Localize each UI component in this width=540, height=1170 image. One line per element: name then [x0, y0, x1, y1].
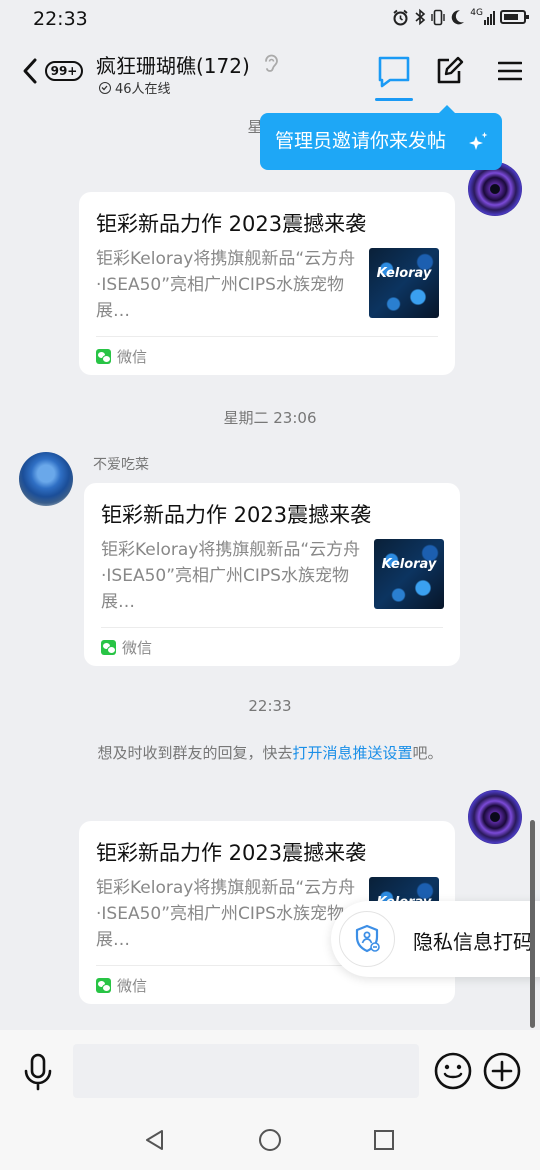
- chat-header: 99+ 疯狂珊瑚礁(172) 46人在线: [0, 40, 540, 104]
- unread-badge[interactable]: 99+: [45, 61, 83, 81]
- microphone-icon[interactable]: [22, 1052, 54, 1092]
- card-title: 钜彩新品力作 2023震撼来袭: [96, 841, 367, 865]
- nav-recent-apps-icon[interactable]: [373, 1129, 395, 1151]
- wechat-icon: [101, 640, 116, 655]
- card-source: 微信: [101, 637, 152, 658]
- wechat-icon: [96, 349, 111, 364]
- message-card[interactable]: 钜彩新品力作 2023震撼来袭 钜彩Keloray将携旗舰新品“云方舟·ISEA…: [79, 192, 455, 375]
- card-thumbnail: Keloray: [374, 539, 444, 609]
- signal-4g-icon: 4G: [470, 9, 495, 25]
- emoji-icon[interactable]: [434, 1052, 472, 1090]
- moon-icon: [452, 10, 465, 25]
- card-description: 钜彩Keloray将携旗舰新品“云方舟·ISEA50”亮相广州CIPS水族宠物展…: [101, 540, 361, 612]
- card-source: 微信: [96, 346, 147, 367]
- push-notice: 想及时收到群友的回复，快去打开消息推送设置吧。: [0, 742, 540, 763]
- card-divider: [96, 336, 438, 337]
- tooltip-text: 管理员邀请你来发帖: [275, 130, 447, 152]
- privacy-mask-button[interactable]: 隐私信息打码: [331, 901, 540, 977]
- ear-icon[interactable]: [262, 52, 280, 74]
- card-source: 微信: [96, 975, 147, 996]
- battery-icon: [500, 10, 529, 24]
- nav-home-icon[interactable]: [258, 1128, 282, 1152]
- admin-invite-tooltip[interactable]: 管理员邀请你来发帖: [260, 105, 502, 170]
- chat-bubble-icon[interactable]: [374, 54, 414, 102]
- thumb-logo: Keloray: [376, 266, 432, 281]
- edit-icon[interactable]: [434, 56, 464, 86]
- card-source-label: 微信: [117, 977, 148, 995]
- vibrate-icon: [431, 9, 445, 25]
- privacy-shield-icon: [339, 911, 395, 967]
- tab-underline: [375, 98, 413, 101]
- notice-prefix: 想及时收到群友的回复，快去: [97, 744, 293, 762]
- online-count: 46人在线: [115, 82, 171, 97]
- card-description: 钜彩Keloray将携旗舰新品“云方舟·ISEA50”亮相广州CIPS水族宠物展…: [96, 878, 356, 950]
- timestamp: 22:33: [248, 697, 292, 715]
- scrollbar[interactable]: [530, 820, 535, 1028]
- thumb-logo: Keloray: [381, 557, 437, 572]
- card-source-label: 微信: [122, 639, 153, 657]
- bluetooth-icon: [415, 8, 426, 26]
- status-time: 22:33: [33, 8, 88, 30]
- system-nav-bar: [0, 1110, 540, 1170]
- avatar[interactable]: [468, 162, 522, 216]
- avatar[interactable]: [19, 452, 73, 506]
- status-bar: 22:33 4G: [0, 0, 540, 40]
- sparkle-icon: [469, 132, 488, 150]
- input-bar: [0, 1030, 540, 1110]
- message-input[interactable]: [73, 1044, 419, 1098]
- nav-back-icon[interactable]: [143, 1128, 167, 1152]
- sender-name: 不爱吃菜: [93, 457, 149, 473]
- message-card[interactable]: 钜彩新品力作 2023震撼来袭 钜彩Keloray将携旗舰新品“云方舟·ISEA…: [84, 483, 460, 666]
- push-settings-link[interactable]: 打开消息推送设置: [292, 744, 412, 762]
- plus-icon[interactable]: [483, 1052, 521, 1090]
- avatar[interactable]: [468, 790, 522, 844]
- alarm-icon: [393, 9, 408, 25]
- online-status: 46人在线: [99, 78, 171, 97]
- wechat-icon: [96, 978, 111, 993]
- privacy-mask-label: 隐私信息打码: [413, 930, 533, 954]
- card-description: 钜彩Keloray将携旗舰新品“云方舟·ISEA50”亮相广州CIPS水族宠物展…: [96, 249, 356, 321]
- menu-icon[interactable]: [498, 60, 522, 82]
- status-icons: 4G: [392, 8, 529, 26]
- card-source-label: 微信: [117, 348, 148, 366]
- timestamp: 星期二 23:06: [223, 409, 317, 427]
- notice-suffix: 吧。: [412, 744, 443, 762]
- back-arrow-icon[interactable]: [18, 56, 42, 86]
- card-divider: [101, 627, 443, 628]
- group-title[interactable]: 疯狂珊瑚礁(172): [96, 50, 250, 79]
- card-title: 钜彩新品力作 2023震撼来袭: [101, 503, 372, 527]
- online-check-icon: [99, 81, 111, 94]
- card-title: 钜彩新品力作 2023震撼来袭: [96, 212, 367, 236]
- card-thumbnail: Keloray: [369, 248, 439, 318]
